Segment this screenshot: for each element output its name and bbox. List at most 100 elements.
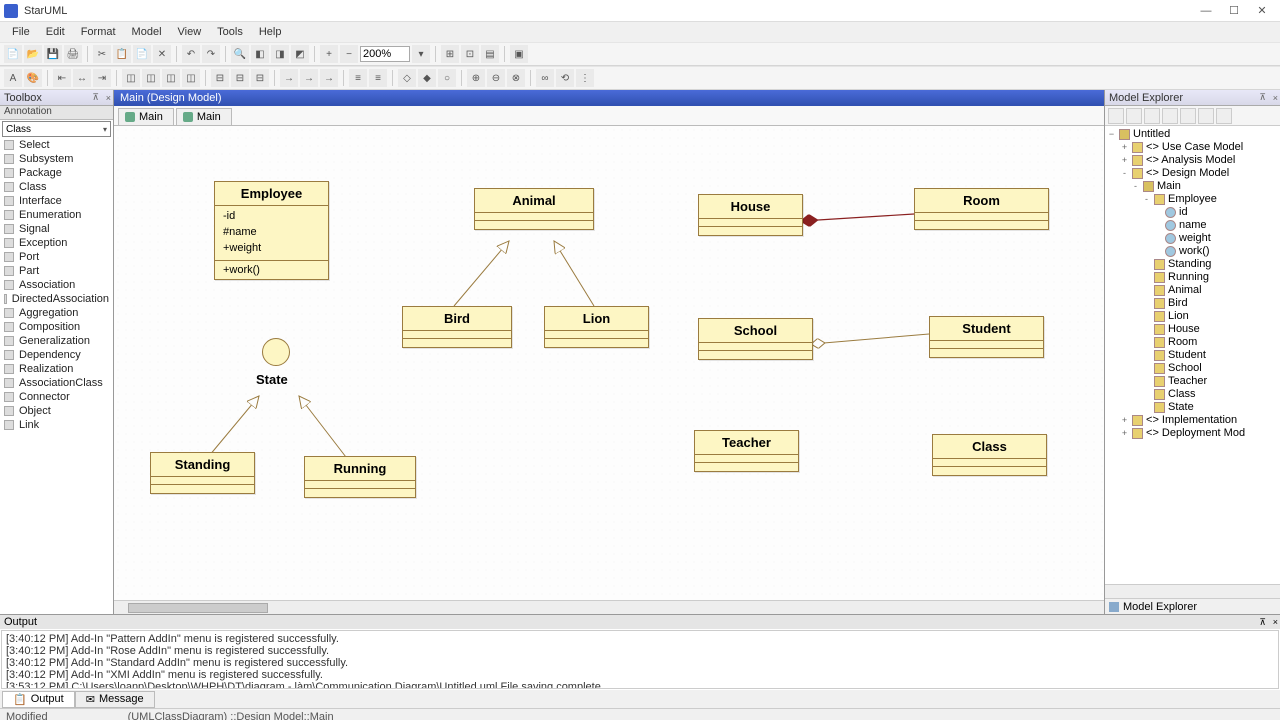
tool-association[interactable]: Association [0,278,113,292]
maximize-button[interactable]: ☐ [1220,2,1248,20]
tree-node[interactable]: Running [1105,271,1280,284]
f19[interactable]: ∞ [536,69,554,87]
class-animal[interactable]: Animal [474,188,594,230]
tb-a[interactable]: ◧ [251,45,269,63]
close-panel-icon[interactable]: × [1273,93,1278,103]
exp-tool-4[interactable] [1162,108,1178,124]
close-panel-icon[interactable]: × [1273,617,1278,627]
f4[interactable]: ◫ [182,69,200,87]
tree-node[interactable]: weight [1105,232,1280,245]
f20[interactable]: ⟲ [556,69,574,87]
tb-c[interactable]: ◩ [291,45,309,63]
tree-node[interactable]: name [1105,219,1280,232]
tree-node[interactable]: Standing [1105,258,1280,271]
tree-node[interactable]: -Main [1105,180,1280,193]
class-running[interactable]: Running [304,456,416,498]
close-button[interactable]: ✕ [1248,2,1276,20]
paste-button[interactable]: 📄 [133,45,151,63]
class-student[interactable]: Student [929,316,1044,358]
tree-root[interactable]: −Untitled [1105,128,1280,141]
tree-node[interactable]: Room [1105,336,1280,349]
undo-button[interactable]: ↶ [182,45,200,63]
tool-aggregation[interactable]: Aggregation [0,306,113,320]
tool-port[interactable]: Port [0,250,113,264]
tool-select[interactable]: Select [0,138,113,152]
category-combo[interactable]: Class [2,121,111,137]
tree-node[interactable]: -Employee [1105,193,1280,206]
font-button[interactable]: A [4,69,22,87]
f11[interactable]: ≡ [349,69,367,87]
f9[interactable]: → [300,69,318,87]
tool-subsystem[interactable]: Subsystem [0,152,113,166]
tree-node[interactable]: Animal [1105,284,1280,297]
tool-realization[interactable]: Realization [0,362,113,376]
tool-exception[interactable]: Exception [0,236,113,250]
f6[interactable]: ⊟ [231,69,249,87]
class-lion[interactable]: Lion [544,306,649,348]
tab-main-2[interactable]: Main [176,108,232,125]
tree-node[interactable]: work() [1105,245,1280,258]
output-tab-output[interactable]: 📋Output [2,691,75,708]
exp-tool-3[interactable] [1144,108,1160,124]
tree-node[interactable]: +<> Implementation [1105,414,1280,427]
tool-interface[interactable]: Interface [0,194,113,208]
f17[interactable]: ⊖ [487,69,505,87]
class-employee[interactable]: Employee -id #name +weight +work() [214,181,329,280]
redo-button[interactable]: ↷ [202,45,220,63]
zoom-out-button[interactable]: − [340,45,358,63]
class-school[interactable]: School [698,318,813,360]
menu-file[interactable]: File [4,24,38,40]
tool-object[interactable]: Object [0,404,113,418]
menu-format[interactable]: Format [73,24,124,40]
align-center-button[interactable]: ↔ [73,69,91,87]
tool-enumeration[interactable]: Enumeration [0,208,113,222]
class-room[interactable]: Room [914,188,1049,230]
tool-dependency[interactable]: Dependency [0,348,113,362]
tree-node[interactable]: Student [1105,349,1280,362]
tree-node[interactable]: Bird [1105,297,1280,310]
exp-tool-2[interactable] [1126,108,1142,124]
tree-node[interactable]: Class [1105,388,1280,401]
tb-f[interactable]: ▤ [481,45,499,63]
tool-signal[interactable]: Signal [0,222,113,236]
tool-associationclass[interactable]: AssociationClass [0,376,113,390]
tb-e[interactable]: ⊡ [461,45,479,63]
explorer-hscroll[interactable] [1105,584,1280,598]
tool-class[interactable]: Class [0,180,113,194]
tb-g[interactable]: ▣ [510,45,528,63]
f16[interactable]: ⊕ [467,69,485,87]
tree-node[interactable]: +<> Deployment Mod [1105,427,1280,440]
tree-node[interactable]: State [1105,401,1280,414]
zoom-dropdown[interactable]: ▾ [412,45,430,63]
tree-node[interactable]: School [1105,362,1280,375]
open-button[interactable]: 📂 [24,45,42,63]
tb-b[interactable]: ◨ [271,45,289,63]
pin-icon[interactable]: ⊼ [92,92,99,103]
f15[interactable]: ○ [438,69,456,87]
class-bird[interactable]: Bird [402,306,512,348]
f10[interactable]: → [320,69,338,87]
minimize-button[interactable]: — [1192,2,1220,20]
class-teacher[interactable]: Teacher [694,430,799,472]
new-button[interactable]: 📄 [4,45,22,63]
close-panel-icon[interactable]: × [106,93,111,103]
interface-state[interactable] [262,338,290,366]
f2[interactable]: ◫ [142,69,160,87]
class-class[interactable]: Class [932,434,1047,476]
menu-view[interactable]: View [170,24,210,40]
tree-node[interactable]: +<> Analysis Model [1105,154,1280,167]
f21[interactable]: ⋮ [576,69,594,87]
tree-node[interactable]: Teacher [1105,375,1280,388]
tool-connector[interactable]: Connector [0,390,113,404]
save-button[interactable]: 💾 [44,45,62,63]
class-house[interactable]: House [698,194,803,236]
tb-d[interactable]: ⊞ [441,45,459,63]
tool-package[interactable]: Package [0,166,113,180]
tree-node[interactable]: id [1105,206,1280,219]
menu-edit[interactable]: Edit [38,24,73,40]
zoom-in-button[interactable]: + [320,45,338,63]
exp-tool-6[interactable] [1198,108,1214,124]
align-right-button[interactable]: ⇥ [93,69,111,87]
delete-button[interactable]: ✕ [153,45,171,63]
tool-directedassociation[interactable]: DirectedAssociation [0,292,113,306]
